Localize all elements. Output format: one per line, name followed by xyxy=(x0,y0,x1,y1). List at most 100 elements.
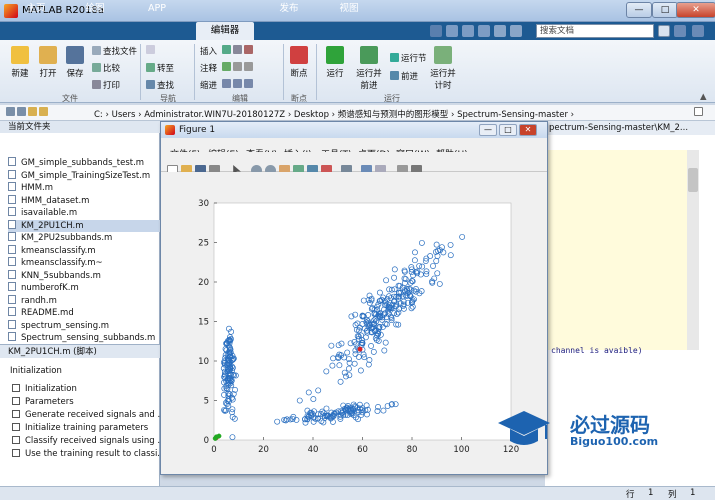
file-item[interactable]: GM_simple_subbands_test.m xyxy=(8,157,160,170)
figure-canvas[interactable]: 0 20 40 60 80 100 120 0 5 10 15 20 25 30 xyxy=(161,172,547,474)
file-item[interactable]: KM_2PU2subbands.m xyxy=(8,232,160,245)
print-button[interactable]: 打印 xyxy=(92,79,120,91)
m-file-icon xyxy=(8,282,16,291)
group-divider xyxy=(140,44,141,100)
run-advance-button[interactable]: 运行并 前进 xyxy=(354,46,384,91)
figure-minimize-button[interactable]: — xyxy=(479,124,497,136)
section-icon xyxy=(12,410,20,418)
y-tick-label: 30 xyxy=(198,199,209,209)
file-item[interactable]: isavailable.m xyxy=(8,207,160,220)
comment-tools-icons[interactable] xyxy=(222,62,255,73)
smart-indent-icon xyxy=(222,79,231,88)
m-file-icon xyxy=(8,219,16,229)
section-icon xyxy=(12,449,20,457)
file-item[interactable]: numberofK.m xyxy=(8,282,160,295)
cut-quick-icon[interactable] xyxy=(446,25,458,37)
code-line[interactable]: channel is avaible) xyxy=(551,346,643,355)
search-icon[interactable] xyxy=(658,25,670,37)
advance-icon xyxy=(390,71,399,80)
insert-button[interactable]: 插入 xyxy=(200,45,217,57)
find-button[interactable]: 查找 xyxy=(146,79,174,91)
breakpoints-button[interactable]: 断点 xyxy=(287,46,311,79)
m-file-icon xyxy=(8,294,16,304)
watermark: 必过源码 Biguo100.com xyxy=(498,405,698,457)
editor-scroll-thumb[interactable] xyxy=(688,168,698,192)
editor-file-tab[interactable]: pectrum-Sensing-master\KM_2... xyxy=(545,121,715,135)
x-tick-label: 100 xyxy=(453,445,469,455)
m-file-icon xyxy=(8,269,16,279)
open-button[interactable]: 打开 xyxy=(36,46,60,79)
find-files-button[interactable]: 查找文件 xyxy=(92,45,137,57)
minimize-button[interactable]: — xyxy=(626,2,652,18)
find-files-icon xyxy=(92,46,101,55)
tab-publish[interactable]: 发布 xyxy=(264,0,314,18)
community-icon[interactable] xyxy=(674,25,686,37)
tab-apps[interactable]: APP xyxy=(132,0,182,18)
save-button[interactable]: 保存 xyxy=(63,46,87,79)
y-tick-label: 15 xyxy=(198,318,209,328)
figure-maximize-button[interactable]: □ xyxy=(499,124,517,136)
group-label-navigate: 导航 xyxy=(160,94,176,103)
file-item[interactable]: HMM.m xyxy=(8,182,160,195)
group-label-edit: 编辑 xyxy=(232,94,248,103)
file-item[interactable]: HMM_dataset.m xyxy=(8,194,160,208)
tab-view[interactable]: 视图 xyxy=(324,0,374,18)
section-item[interactable]: Classify received signals using ... xyxy=(12,436,166,446)
redo-quick-icon[interactable] xyxy=(510,25,522,37)
section-icon xyxy=(12,436,20,444)
section-item[interactable]: Generate received signals and ... xyxy=(12,410,166,420)
section-item[interactable]: Initialize training parameters xyxy=(12,423,148,433)
scatter-plot[interactable]: 0 20 40 60 80 100 120051015202530 xyxy=(161,172,547,474)
undo-quick-icon[interactable] xyxy=(494,25,506,37)
advance-button[interactable]: 前进 xyxy=(390,70,418,82)
run-time-icon xyxy=(434,46,452,64)
file-item[interactable]: README.md xyxy=(8,307,160,320)
comment-percent-icon xyxy=(222,62,231,71)
section-item[interactable]: Parameters xyxy=(12,397,74,407)
collapse-ribbon-button[interactable]: ▲ xyxy=(700,92,707,102)
file-item[interactable]: kmeansclassify.m~ xyxy=(8,257,160,270)
y-tick-label: 0 xyxy=(204,436,209,446)
details-title: Initialization xyxy=(10,366,62,376)
address-search-button[interactable] xyxy=(694,107,705,118)
cursor-row: 1 xyxy=(648,488,654,498)
paste-quick-icon[interactable] xyxy=(478,25,490,37)
compare-button[interactable]: 比较 xyxy=(92,62,120,74)
file-item[interactable]: KNN_5subbands.m xyxy=(8,269,160,283)
help-icon[interactable] xyxy=(692,25,704,37)
figure-close-button[interactable]: ✕ xyxy=(519,124,537,136)
comment-button[interactable]: 注释 xyxy=(200,62,217,74)
run-and-time-button[interactable]: 运行并 计时 xyxy=(428,46,458,91)
run-button[interactable]: 运行 xyxy=(322,46,348,79)
maximize-button[interactable]: □ xyxy=(652,2,678,18)
copy-quick-icon[interactable] xyxy=(462,25,474,37)
file-item[interactable]: kmeansclassify.m xyxy=(8,244,160,258)
indent-button[interactable]: 缩进 xyxy=(200,79,217,91)
new-button[interactable]: 新建 xyxy=(8,46,32,79)
tab-home[interactable]: 主页 xyxy=(14,0,58,18)
run-section-button[interactable]: 运行节 xyxy=(390,52,427,64)
file-item[interactable]: randh.m xyxy=(8,294,160,308)
back-arrow-icon xyxy=(6,107,15,116)
indent-tools-icons[interactable] xyxy=(222,79,255,90)
file-item[interactable]: spectrum_sensing.m xyxy=(8,319,160,333)
file-item[interactable]: Spectrum_sensing_subbands.m xyxy=(8,332,160,345)
tab-plots[interactable]: 绘图 xyxy=(70,0,120,18)
tab-editor[interactable]: 编辑器 xyxy=(196,22,254,40)
close-button[interactable]: ✕ xyxy=(676,2,715,18)
browse-folder-icon xyxy=(39,107,48,116)
section-item[interactable]: Use the training result to classi... xyxy=(12,449,165,459)
current-section-highlight xyxy=(545,150,687,350)
nav-arrows[interactable] xyxy=(6,107,50,118)
goto-button[interactable]: 转至 xyxy=(146,62,174,74)
breadcrumb-path[interactable]: C: › Users › Administrator.WIN7U-2018012… xyxy=(94,108,574,120)
save-quick-icon[interactable] xyxy=(430,25,442,37)
section-item[interactable]: Initialization xyxy=(12,384,77,394)
file-item-selected[interactable]: KM_2PU1CH.m xyxy=(8,219,160,232)
x-tick-label: 20 xyxy=(258,445,269,455)
file-item[interactable]: GM_simple_TrainingSizeTest.m xyxy=(8,169,160,183)
search-input[interactable]: 搜索文档 xyxy=(536,24,654,38)
insert-tools-icons[interactable] xyxy=(222,45,255,56)
back-button[interactable] xyxy=(146,45,157,56)
md-file-icon xyxy=(8,307,16,316)
